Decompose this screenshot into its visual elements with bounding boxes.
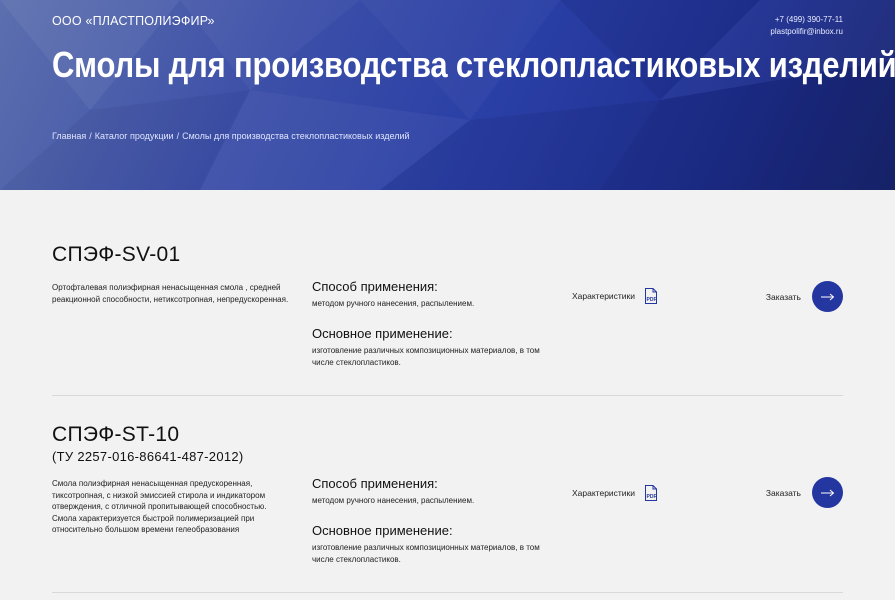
product-application: Способ применения: методом ручного нанес… [312,476,552,566]
order-button[interactable]: Заказать [766,281,843,312]
arrow-right-icon[interactable] [812,477,843,508]
divider [52,395,843,396]
order-label: Заказать [765,291,801,302]
breadcrumb-home[interactable]: Главная [52,131,86,141]
product-card: СПЭФ-ST-10 (ТУ 2257-016-86641-487-2012) … [52,423,843,564]
specs-label: Характеристики [572,291,636,301]
method-heading: Способ применения: [312,476,438,491]
arrow-right-icon[interactable] [812,281,843,312]
hero-banner: ООО «ПЛАСТПОЛИЭФИР» +7 (499) 390-77-11 p… [0,0,895,190]
specs-link[interactable]: Характеристики PDF [572,288,658,304]
product-description: Ортофталевая полиэфирная ненасыщенная см… [52,283,289,304]
product-application: Способ применения: методом ручного нанес… [312,279,552,369]
usage-heading: Основное применение: [312,326,453,341]
svg-text:PDF: PDF [647,494,657,500]
pdf-icon: PDF [644,288,658,304]
page-title: Смолы для производства стеклопластиковых… [52,44,895,85]
breadcrumb: Главная / Каталог продукции / Смолы для прои… [52,131,410,141]
usage-text: изготовление различных композиционных ма… [312,346,540,367]
product-name: СПЭФ-SV-01 [52,243,181,266]
breadcrumb-current: Смолы для производства стеклопластиковых… [182,131,410,141]
product-description: Смола полиэфирная ненасыщенная предускор… [52,479,267,534]
method-text: методом ручного нанесения, распылением. [312,299,475,308]
hero-background-pattern [0,0,895,190]
company-name[interactable]: ООО «ПЛАСТПОЛИЭФИР» [52,14,215,28]
phone-link[interactable]: +7 (499) 390-77-11 [770,14,843,26]
order-label: Заказать [765,487,801,498]
email-link[interactable]: plastpolifir@inbox.ru [770,26,843,38]
product-subtitle: (ТУ 2257-016-86641-487-2012) [52,449,244,464]
divider [52,592,843,593]
product-name: СПЭФ-ST-10 [52,423,180,446]
order-button[interactable]: Заказать [766,477,843,508]
svg-text:PDF: PDF [647,297,657,303]
specs-label: Характеристики [572,488,636,498]
breadcrumb-catalog[interactable]: Каталог продукции [95,131,174,141]
pdf-icon: PDF [644,485,658,501]
method-text: методом ручного нанесения, распылением. [312,496,475,505]
product-card: СПЭФ-SV-01 Ортофталевая полиэфирная нена… [52,243,843,367]
method-heading: Способ применения: [312,279,438,294]
usage-heading: Основное применение: [312,523,453,538]
contacts: +7 (499) 390-77-11 plastpolifir@inbox.ru [770,14,843,38]
usage-text: изготовление различных композиционных ма… [312,543,540,564]
specs-link[interactable]: Характеристики PDF [572,485,658,501]
